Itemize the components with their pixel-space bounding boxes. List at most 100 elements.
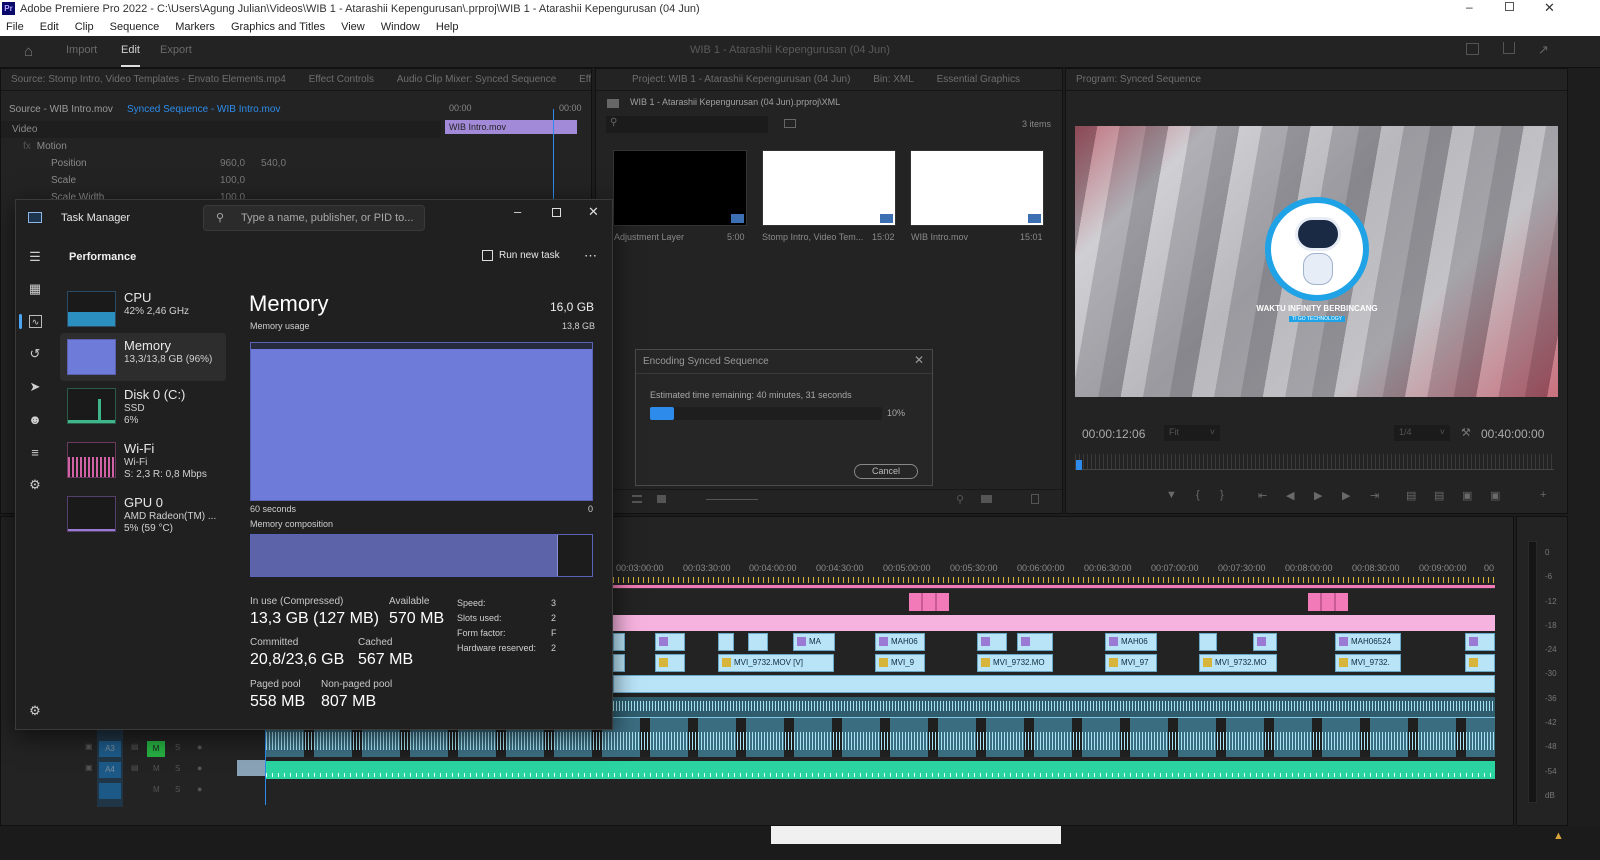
lock-icon[interactable]: ▣ xyxy=(85,763,93,772)
zoom-slider[interactable] xyxy=(706,499,758,500)
wrench-icon[interactable]: ⚒ xyxy=(1461,426,1471,439)
users-icon[interactable]: ☻ xyxy=(27,413,43,427)
clip[interactable]: MVI_9732. xyxy=(1335,654,1401,672)
track-a4-green[interactable] xyxy=(266,761,1495,779)
camera-icon[interactable]: ▣ xyxy=(1462,489,1472,502)
clip[interactable]: MVI_9 xyxy=(875,654,925,672)
compare-icon[interactable]: ▣ xyxy=(1490,489,1500,502)
share-icon[interactable] xyxy=(1503,42,1515,54)
tm-maximize-icon[interactable] xyxy=(552,208,561,217)
go-to-in-icon[interactable]: ⇤ xyxy=(1258,489,1267,502)
extract-icon[interactable]: ▤ xyxy=(1434,489,1444,502)
new-bin-icon[interactable] xyxy=(784,119,796,128)
mic-icon[interactable]: ● xyxy=(197,784,202,794)
perf-item-cpu[interactable]: CPU 42% 2,46 GHz xyxy=(60,285,226,333)
tab-effect-controls[interactable]: Effect Controls xyxy=(309,74,374,85)
timeline-playhead[interactable] xyxy=(265,717,266,805)
details-icon[interactable]: ≡ xyxy=(27,446,43,460)
motion-row[interactable]: fx Motion xyxy=(1,138,441,155)
menu-clip[interactable]: Clip xyxy=(75,21,94,33)
home-icon[interactable]: ⌂ xyxy=(24,43,33,60)
tab-bin-xml[interactable]: Bin: XML xyxy=(873,74,914,85)
bin-search-input[interactable]: ⚲ xyxy=(606,116,768,133)
program-video-frame[interactable]: WAKTU INFINITY BERBINCANG TI GO TECHNOLO… xyxy=(1075,126,1558,397)
clip[interactable] xyxy=(1017,633,1053,651)
tab-essential-graphics[interactable]: Essential Graphics xyxy=(937,74,1020,85)
clip[interactable] xyxy=(1465,654,1495,672)
program-timecode[interactable]: 00:00:12:06 xyxy=(1082,427,1145,441)
new-folder-icon[interactable] xyxy=(981,495,992,503)
track-v3-pink[interactable] xyxy=(613,615,1495,631)
close-icon[interactable]: ✕ xyxy=(1544,0,1555,16)
warning-icon[interactable]: ▲ xyxy=(1553,830,1564,842)
clip[interactable] xyxy=(613,633,625,651)
lock-icon[interactable]: ▣ xyxy=(85,742,93,751)
menu-markers[interactable]: Markers xyxy=(175,21,215,33)
menu-window[interactable]: Window xyxy=(381,21,420,33)
menu-help[interactable]: Help xyxy=(436,21,459,33)
clip[interactable]: MAH06 xyxy=(1105,633,1157,651)
startup-icon[interactable]: ➤ xyxy=(27,380,43,394)
clip[interactable] xyxy=(655,633,685,651)
ec-playhead[interactable] xyxy=(553,109,554,209)
clip[interactable] xyxy=(977,633,1007,651)
marker-icon[interactable]: ▼ xyxy=(1166,489,1177,501)
solo-button[interactable]: S xyxy=(175,785,180,794)
clip[interactable] xyxy=(1465,633,1495,651)
cancel-button[interactable]: Cancel xyxy=(854,464,918,479)
play-icon[interactable]: ▶ xyxy=(1314,489,1322,502)
solo-button[interactable]: S xyxy=(175,743,180,752)
clip[interactable] xyxy=(748,633,768,651)
clip[interactable]: MA xyxy=(793,633,835,651)
track-a1-waveform[interactable] xyxy=(613,697,1495,717)
render-marker[interactable] xyxy=(909,593,949,611)
mark-in-icon[interactable]: { xyxy=(1196,489,1200,501)
tab-export[interactable]: Export xyxy=(160,44,192,56)
run-new-task-button[interactable]: Run new task xyxy=(482,250,560,261)
processes-icon[interactable]: ▦ xyxy=(27,282,43,296)
clip[interactable]: MVI_9732.MO xyxy=(1199,654,1277,672)
perf-item-disk[interactable]: Disk 0 (C:) SSD 6% xyxy=(60,382,226,430)
quality-dropdown[interactable]: 1/4 ˅ xyxy=(1394,425,1450,441)
status-scrollbar[interactable] xyxy=(771,826,1061,844)
mic-icon[interactable]: ● xyxy=(197,763,202,773)
menu-graphics[interactable]: Graphics and Titles xyxy=(231,21,325,33)
render-marker[interactable] xyxy=(1308,593,1348,611)
menu-file[interactable]: File xyxy=(6,21,24,33)
icon-view-icon[interactable] xyxy=(657,495,666,503)
clip[interactable] xyxy=(1253,633,1277,651)
playhead-marker[interactable] xyxy=(1076,460,1082,470)
maximize-icon[interactable] xyxy=(1505,2,1514,11)
property-position[interactable]: Position 960,0 540,0 xyxy=(1,155,441,172)
hamburger-icon[interactable]: ☰ xyxy=(27,250,43,264)
solo-button[interactable]: S xyxy=(175,764,180,773)
step-back-icon[interactable]: ◀ xyxy=(1286,489,1294,502)
clip[interactable] xyxy=(1199,633,1217,651)
track-v0-blue[interactable] xyxy=(613,675,1495,693)
project-item-wib-intro[interactable] xyxy=(910,150,1044,226)
ec-clip-bar[interactable]: WIB Intro.mov xyxy=(445,120,577,134)
dialog-close-icon[interactable]: ✕ xyxy=(914,353,924,367)
tm-search-input[interactable]: ⚲ Type a name, publisher, or PID to... xyxy=(203,205,425,231)
clip[interactable]: MVI_9732.MOV [V] xyxy=(718,654,834,672)
fullscreen-icon[interactable] xyxy=(1466,43,1479,55)
source-label[interactable]: Source - WIB Intro.mov xyxy=(9,104,113,115)
services-icon[interactable]: ⚙ xyxy=(27,478,43,492)
trash-icon[interactable] xyxy=(1031,494,1039,504)
menu-sequence[interactable]: Sequence xyxy=(110,21,160,33)
sync-icon[interactable]: ▤ xyxy=(131,742,139,751)
project-item-stomp-intro[interactable] xyxy=(762,150,896,226)
tm-minimize-icon[interactable]: – xyxy=(514,204,521,219)
menu-view[interactable]: View xyxy=(341,21,365,33)
tm-close-icon[interactable]: ✕ xyxy=(588,204,599,220)
perf-item-memory[interactable]: Memory 13,3/13,8 GB (96%) xyxy=(60,333,226,381)
mute-button[interactable]: M xyxy=(153,764,160,773)
tab-project[interactable]: Project: WIB 1 - Atarashii Kepengurusan … xyxy=(632,74,850,85)
tab-import[interactable]: Import xyxy=(66,44,97,56)
property-scale[interactable]: Scale 100,0 xyxy=(1,172,441,189)
performance-icon[interactable]: ∿ xyxy=(29,315,42,328)
clip[interactable]: MVI_9732.MO xyxy=(977,654,1053,672)
app-history-icon[interactable]: ↺ xyxy=(27,347,43,361)
perf-item-gpu[interactable]: GPU 0 AMD Radeon(TM) ... 5% (59 °C) xyxy=(60,490,226,538)
clip[interactable]: MAH06524 xyxy=(1335,633,1401,651)
